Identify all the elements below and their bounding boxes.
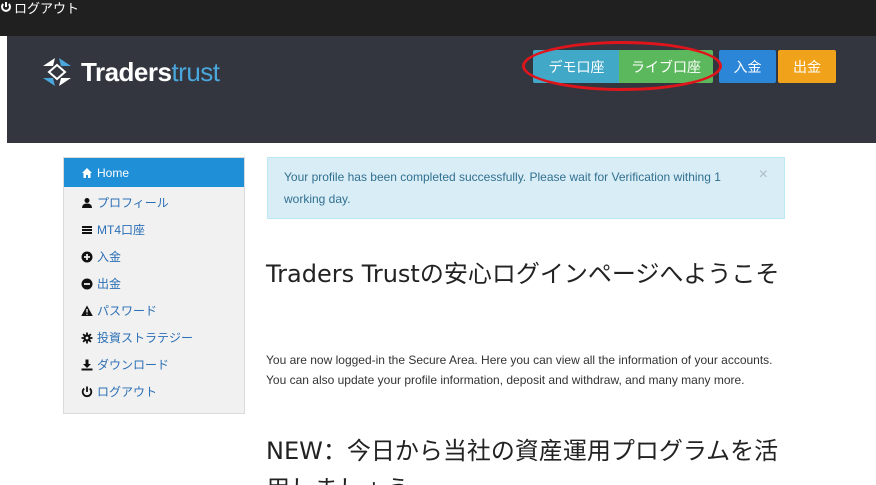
sidebar-item-withdraw[interactable]: 出金 <box>64 270 244 297</box>
withdraw-button[interactable]: 出金 <box>778 50 836 83</box>
sidebar-item-mt4[interactable]: MT4口座 <box>64 216 244 243</box>
sidebar-item-label: 出金 <box>97 277 122 291</box>
alert-close-button[interactable]: × <box>759 167 768 183</box>
top-logout-label: ログアウト <box>14 1 80 16</box>
sidebar-item-strategy[interactable]: 投資ストラテジー <box>64 324 244 351</box>
sidebar-item-label: プロフィール <box>97 196 169 210</box>
sidebar-item-label: MT4口座 <box>97 223 146 237</box>
alert-message: Your profile has been completed successf… <box>284 170 721 206</box>
power-icon <box>0 0 12 18</box>
top-logout-link[interactable]: ログアウト <box>0 0 79 18</box>
welcome-heading: Traders Trustの安心ログインページへようこそ <box>266 260 780 288</box>
download-icon <box>81 359 93 371</box>
site-header: Traderstrust デモ口座 ライブ口座 入金 出金 <box>7 36 876 143</box>
sidebar-nav: Home プロフィール MT4口座 入金 出金 パスワード 投資ストラテジー ダ… <box>63 157 245 414</box>
brand-logo[interactable]: Traderstrust <box>39 56 220 88</box>
minus-circle-icon <box>81 278 93 290</box>
warning-icon <box>81 305 93 317</box>
top-bar: ログアウト <box>0 0 876 36</box>
power-icon <box>81 386 93 398</box>
plus-circle-icon <box>81 251 93 263</box>
live-account-button[interactable]: ライブ口座 <box>619 50 713 83</box>
sidebar-item-label: ログアウト <box>97 385 158 399</box>
news-heading: NEW：今日から当社の資産運用プログラムを活用しましょう <box>266 437 779 485</box>
home-icon <box>81 167 93 179</box>
sidebar-item-label: パスワード <box>97 304 158 318</box>
sidebar-item-download[interactable]: ダウンロード <box>64 351 244 378</box>
sidebar-item-label: 入金 <box>97 250 122 264</box>
sidebar-item-label: 投資ストラテジー <box>97 331 194 345</box>
user-icon <box>81 197 93 209</box>
demo-account-button[interactable]: デモ口座 <box>533 50 620 83</box>
brand-name: Traderstrust <box>81 57 220 87</box>
deposit-button[interactable]: 入金 <box>719 50 776 83</box>
sidebar-item-password[interactable]: パスワード <box>64 297 244 324</box>
page: ログアウト Traderstrust デモ口座 ライブ口座 入金 出金 Home… <box>0 0 876 485</box>
sidebar-item-label: Home <box>97 165 130 180</box>
intro-paragraph: You are now logged-in the Secure Area. H… <box>266 353 773 387</box>
cog-icon <box>81 332 93 344</box>
sidebar-item-deposit[interactable]: 入金 <box>64 243 244 270</box>
success-alert: Your profile has been completed successf… <box>267 157 785 219</box>
sidebar-item-label: ダウンロード <box>97 358 170 372</box>
brand-logo-icon <box>43 58 71 86</box>
list-icon <box>81 224 93 236</box>
sidebar-item-logout[interactable]: ログアウト <box>64 378 244 405</box>
sidebar-item-home[interactable]: Home <box>64 158 244 187</box>
sidebar-item-profile[interactable]: プロフィール <box>64 189 244 216</box>
